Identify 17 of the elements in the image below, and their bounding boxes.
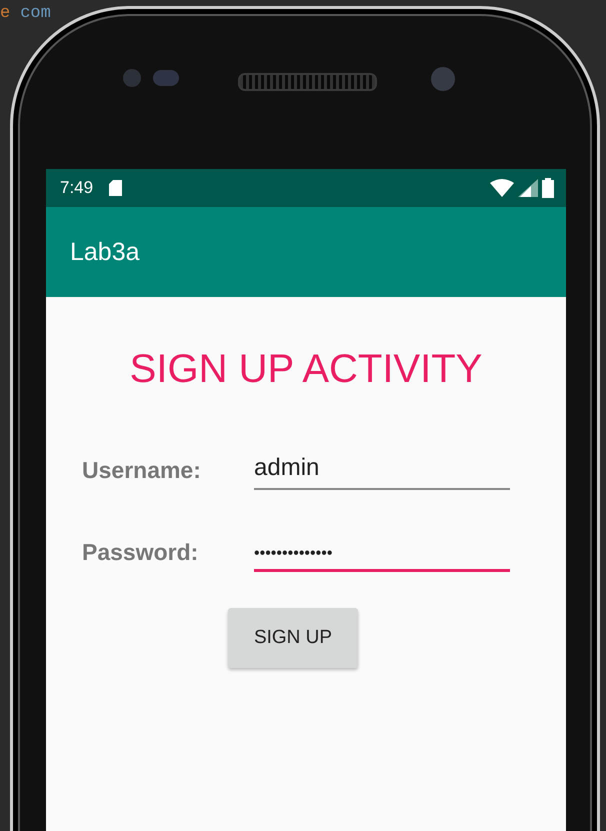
page-heading: SIGN UP ACTIVITY [130, 347, 482, 392]
camera-icon [431, 67, 455, 91]
sd-card-icon [109, 180, 122, 196]
status-time: 7:49 [60, 178, 94, 198]
field-label: Password: [82, 539, 200, 567]
sensor-icon [153, 70, 179, 86]
code-text: com [20, 4, 51, 25]
username-field[interactable]: admin [254, 454, 510, 490]
signal-icon [518, 179, 538, 197]
field-label: Username: [82, 457, 202, 485]
wifi-icon [490, 179, 514, 197]
app-title: Lab3a [70, 238, 140, 266]
battery-icon [542, 178, 554, 198]
password-field[interactable]: •••••••••••••• [254, 545, 510, 572]
code-text: e [0, 4, 10, 25]
sensor-icon [123, 69, 141, 87]
sign-up-button[interactable]: SIGN UP [228, 608, 358, 668]
